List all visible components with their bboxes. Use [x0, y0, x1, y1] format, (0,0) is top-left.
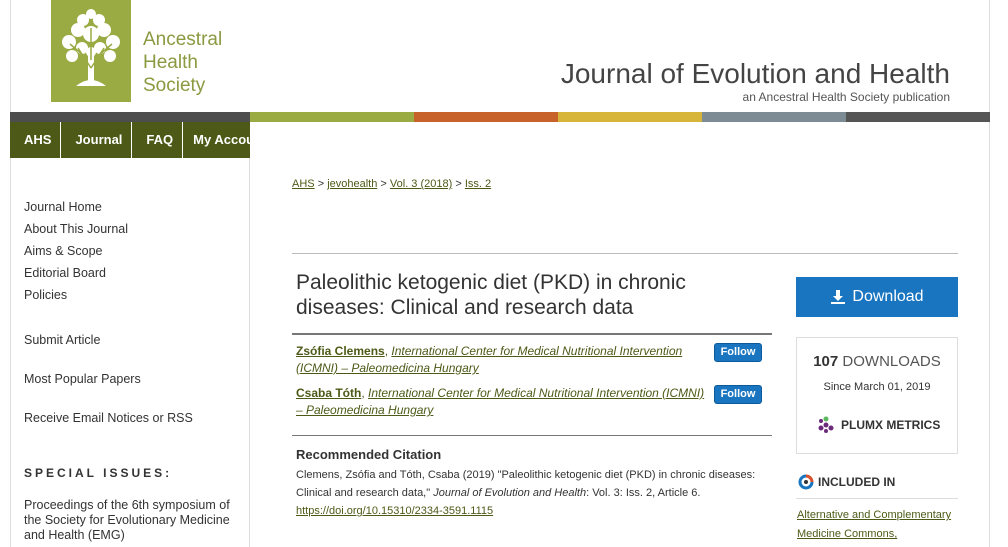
divider: [292, 333, 772, 335]
logo-line: Society: [143, 75, 206, 96]
breadcrumb-sep: >: [380, 178, 387, 190]
follow-button[interactable]: Follow: [714, 343, 762, 362]
header-color-bar: [10, 112, 990, 122]
citation-volume: : Vol. 3: Iss. 2, Article 6.: [586, 487, 701, 499]
sidebar-link-policies[interactable]: Policies: [24, 288, 67, 302]
divider: [292, 253, 958, 254]
sidebar-link-notices[interactable]: Receive Email Notices or RSS: [24, 411, 193, 425]
breadcrumb-sep: >: [317, 178, 325, 190]
included-in-link[interactable]: Alternative and Complementary Medicine C…: [797, 506, 967, 544]
nav-faq[interactable]: FAQ: [132, 122, 184, 158]
journal-subtitle: an Ancestral Health Society publication: [742, 90, 950, 104]
plumx-icon: [818, 416, 834, 433]
downloads-count: 107 DOWNLOADS: [797, 353, 957, 370]
color-segment: [414, 112, 558, 122]
author-name-link[interactable]: Zsófia Clemens: [296, 344, 385, 358]
breadcrumb-volume[interactable]: Vol. 3 (2018): [390, 178, 452, 190]
divider: [796, 498, 958, 499]
journal-title[interactable]: Journal of Evolution and Health: [561, 58, 950, 90]
logo-line: Health: [143, 52, 198, 73]
tree-logo-icon: [62, 9, 120, 86]
special-issues-heading: SPECIAL ISSUES:: [24, 466, 173, 480]
color-segment: [846, 112, 990, 122]
color-segment: [702, 112, 846, 122]
author-name-link[interactable]: Csaba Tóth: [296, 386, 361, 400]
page-border-right: [989, 0, 990, 547]
downloads-label: DOWNLOADS: [842, 353, 941, 370]
nav-journal[interactable]: Journal: [61, 122, 133, 158]
plumx-metrics-link[interactable]: PLUMX METRICS: [817, 416, 940, 434]
sidebar-link-popular[interactable]: Most Popular Papers: [24, 372, 141, 386]
breadcrumb-jevohealth[interactable]: jevohealth: [327, 178, 377, 190]
download-button[interactable]: Download: [796, 277, 958, 317]
sidebar-link-aims-scope[interactable]: Aims & Scope: [24, 244, 103, 258]
breadcrumb-ahs[interactable]: AHS: [292, 178, 315, 190]
citation-heading: Recommended Citation: [296, 447, 442, 462]
downloads-since: Since March 01, 2019: [823, 381, 931, 393]
nav-ahs[interactable]: AHS: [10, 122, 62, 158]
breadcrumb-issue[interactable]: Iss. 2: [465, 178, 491, 190]
author-entry: Zsófia Clemens, International Center for…: [296, 344, 683, 375]
included-in-heading: INCLUDED IN: [798, 474, 895, 490]
sidebar-link-editorial-board[interactable]: Editorial Board: [24, 266, 106, 280]
follow-button[interactable]: Follow: [714, 385, 762, 404]
color-segment: [558, 112, 702, 122]
sidebar-link-about[interactable]: About This Journal: [24, 222, 128, 236]
sidebar-link-journal-home[interactable]: Journal Home: [24, 200, 102, 214]
color-segment: [250, 112, 414, 122]
sidebar-link-submit[interactable]: Submit Article: [24, 333, 100, 347]
breadcrumb-sep: >: [455, 178, 462, 190]
color-segment: [10, 112, 250, 122]
included-in-label: INCLUDED IN: [818, 475, 896, 489]
article-title: Paleolithic ketogenic diet (PKD) in chro…: [296, 271, 686, 319]
society-name[interactable]: Ancestral Health Society: [143, 28, 222, 97]
citation-text: Clemens, Zsófia and Tóth, Csaba (2019) "…: [296, 466, 766, 520]
metrics-box: 107 DOWNLOADS Since March 01, 2019 PLUMX…: [796, 337, 958, 454]
sidebar: Journal Home About This Journal Aims & S…: [10, 158, 250, 547]
logo-line: Ancestral: [143, 29, 223, 50]
main-nav: AHS Journal FAQ My Account: [10, 122, 266, 158]
nav-my-account[interactable]: My Account: [183, 122, 275, 158]
included-in-icon: [798, 474, 814, 490]
divider: [292, 435, 772, 436]
society-logo[interactable]: [51, 0, 131, 102]
plumx-label: PLUMX METRICS: [841, 418, 941, 432]
download-icon: [831, 290, 846, 304]
downloads-number: 107: [813, 353, 839, 370]
download-label: Download: [852, 288, 924, 305]
sidebar-link-proceedings[interactable]: Proceedings of the 6th symposium of the …: [24, 498, 249, 543]
citation-journal: Journal of Evolution and Health: [433, 487, 587, 499]
doi-link[interactable]: https://doi.org/10.15310/2334-3591.1115: [296, 505, 493, 517]
breadcrumb: AHS > jevohealth > Vol. 3 (2018) > Iss. …: [292, 178, 491, 190]
author-entry: Csaba Tóth, International Center for Med…: [296, 386, 705, 417]
